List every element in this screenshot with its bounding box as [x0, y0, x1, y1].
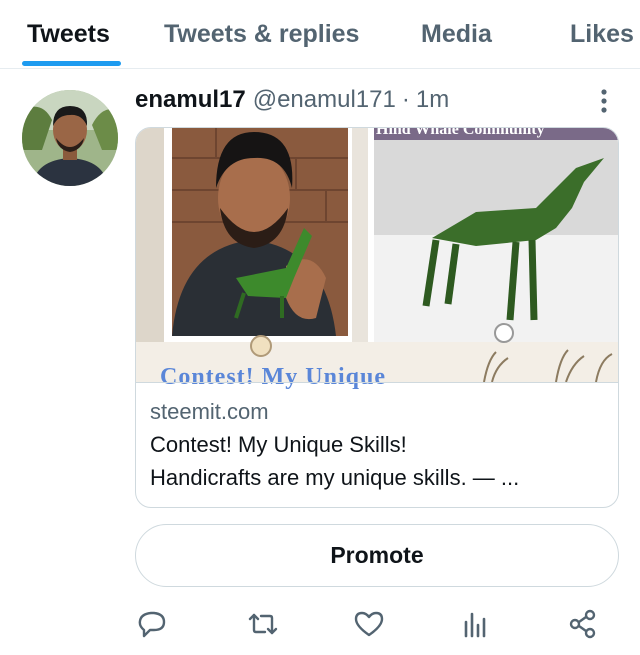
reply-icon[interactable] [136, 608, 168, 640]
tab-tweets[interactable]: Tweets [27, 0, 110, 68]
retweet-icon[interactable] [247, 608, 279, 640]
card-image: Hind Whale Community Contest! My Unique [136, 127, 618, 390]
share-icon[interactable] [567, 608, 599, 640]
promote-button[interactable]: Promote [135, 524, 619, 587]
timestamp[interactable]: 1m [416, 86, 449, 114]
card-image-overlay-top: Hind Whale Community [376, 127, 545, 138]
card-title: Contest! My Unique Skills! [150, 432, 407, 457]
card-description: Handicrafts are my unique skills. — ... [150, 465, 520, 490]
avatar[interactable] [22, 90, 118, 186]
separator-dot: · [401, 86, 410, 113]
profile-tabs: Tweets Tweets & replies Media Likes [0, 0, 640, 69]
card-domain: steemit.com [150, 399, 269, 424]
avatar-image [22, 90, 118, 186]
tweet-header: enamul17 @enamul171 · 1m [135, 84, 449, 116]
more-options-icon[interactable] [596, 88, 612, 114]
like-icon[interactable] [353, 608, 385, 640]
active-tab-indicator [22, 61, 121, 66]
tab-likes[interactable]: Likes [570, 0, 634, 68]
tab-tweets-and-replies[interactable]: Tweets & replies [164, 0, 359, 68]
card-body: steemit.com Contest! My Unique Skills! H… [136, 382, 618, 507]
analytics-icon[interactable] [459, 608, 491, 640]
display-name[interactable]: enamul17 [135, 86, 246, 114]
link-card[interactable]: Hind Whale Community Contest! My Unique … [135, 127, 619, 508]
tab-media[interactable]: Media [421, 0, 492, 68]
user-handle[interactable]: @enamul171 [253, 86, 396, 114]
